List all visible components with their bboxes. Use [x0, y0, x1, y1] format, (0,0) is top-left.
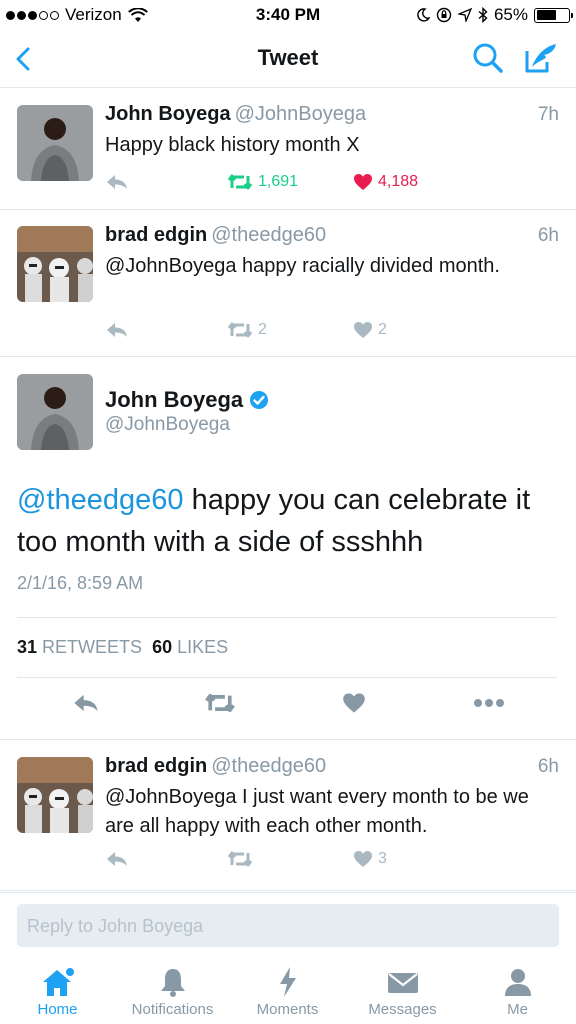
status-bar: Verizon 3:40 PM 65% [0, 0, 576, 30]
like-button[interactable]: 3 [353, 850, 387, 868]
location-icon [457, 8, 472, 22]
retweet-icon [227, 851, 253, 867]
tweet-item[interactable]: brad edgin @theedge60 6h @JohnBoyega happ… [0, 210, 576, 357]
retweet-icon[interactable] [204, 692, 236, 714]
tweet-actions: 2 2 [105, 321, 555, 347]
reply-icon[interactable] [72, 692, 100, 714]
tab-label: Notifications [131, 1001, 214, 1018]
tweet-item[interactable]: John Boyega @JohnBoyega 7h Happy black hi… [0, 89, 576, 210]
avatar[interactable] [17, 374, 93, 450]
heart-icon [354, 174, 372, 190]
author-handle[interactable]: @theedge60 [211, 755, 326, 777]
tweet-actions: 3 [105, 850, 555, 876]
more-options-icon[interactable] [473, 698, 505, 708]
person-icon [504, 969, 531, 996]
heart-icon [354, 851, 372, 867]
bell-icon [160, 969, 185, 997]
retweets-stat[interactable]: 31 RETWEETS [17, 637, 142, 658]
heart-icon [354, 322, 372, 338]
mention-link[interactable]: @theedge60 [17, 484, 184, 516]
retweet-button[interactable]: 2 [227, 321, 267, 339]
bluetooth-icon [478, 7, 488, 23]
tab-label: Messages [368, 1001, 437, 1018]
verified-badge-icon [250, 391, 269, 409]
retweet-count: 1,691 [258, 173, 299, 190]
moon-icon [417, 8, 430, 22]
navigation-bar: Tweet [0, 30, 576, 88]
author-handle[interactable]: @JohnBoyega [105, 414, 230, 436]
retweet-button[interactable]: 1,691 [227, 173, 298, 191]
tab-messages[interactable]: Messages [345, 960, 460, 1024]
author-name[interactable]: brad edgin [105, 755, 207, 777]
tab-label: Moments [256, 1001, 319, 1018]
battery-percent: 65% [493, 5, 528, 24]
tweet-text: @JohnBoyega happy racially divided month… [105, 255, 500, 277]
tweet-timestamp: 6h [537, 756, 559, 777]
retweet-button[interactable] [227, 850, 258, 868]
tweet-text: @theedge60 happy you can celebrate it to… [17, 479, 562, 563]
tweet-item[interactable]: brad edgin @theedge60 6h @JohnBoyega I ju… [0, 741, 576, 891]
tab-label: Me [507, 1001, 528, 1018]
retweet-icon [227, 322, 253, 338]
author-handle[interactable]: @JohnBoyega [235, 103, 367, 125]
reply-icon [107, 175, 127, 189]
tweet-text: @JohnBoyega I just want every month to b… [105, 786, 529, 837]
reply-icon [107, 852, 127, 866]
like-count: 4,188 [378, 173, 419, 190]
tweet-timestamp: 6h [537, 225, 559, 246]
search-icon[interactable] [470, 40, 506, 76]
tweet-actions: 1,691 4,188 [105, 173, 555, 199]
retweets-label: RETWEETS [42, 637, 143, 657]
reply-button[interactable] [105, 173, 129, 191]
avatar[interactable] [17, 757, 93, 833]
tweet-text: Happy black history month X [105, 134, 360, 156]
retweet-icon [227, 174, 253, 190]
like-button[interactable]: 4,188 [353, 173, 418, 191]
compose-tweet-icon[interactable] [522, 40, 560, 76]
likes-count: 60 [152, 637, 173, 657]
like-count: 3 [378, 850, 387, 867]
tweet-date: 2/1/16, 8:59 AM [17, 573, 144, 593]
tab-label: Home [37, 1001, 78, 1018]
author-handle[interactable]: @theedge60 [211, 224, 326, 246]
like-count: 2 [378, 321, 387, 338]
lightning-icon [279, 967, 296, 997]
tab-bar: Home Notifications Moments Messages Me [0, 960, 576, 1024]
heart-icon[interactable] [342, 692, 366, 714]
tab-home[interactable]: Home [0, 960, 115, 1024]
author-name[interactable]: John Boyega [105, 103, 231, 125]
likes-label: LIKES [177, 637, 229, 657]
tab-notifications[interactable]: Notifications [115, 960, 230, 1024]
battery-icon [534, 7, 573, 23]
tweet-timestamp: 7h [537, 104, 559, 125]
reply-button[interactable] [105, 850, 129, 868]
author-name[interactable]: brad edgin [105, 224, 207, 246]
avatar[interactable] [17, 226, 93, 302]
reply-input[interactable]: Reply to John Boyega [17, 904, 559, 947]
reply-button[interactable] [105, 321, 129, 339]
retweets-count: 31 [17, 637, 38, 657]
rotation-lock-icon [436, 7, 452, 23]
likes-stat[interactable]: 60 LIKES [152, 637, 228, 658]
home-icon [42, 968, 74, 996]
tweet-actions [0, 692, 576, 722]
reply-icon [107, 323, 127, 337]
envelope-icon [387, 973, 418, 993]
retweet-count: 2 [258, 321, 267, 338]
tab-moments[interactable]: Moments [230, 960, 345, 1024]
like-button[interactable]: 2 [353, 321, 387, 339]
engagement-stats: 31 RETWEETS 60 LIKES [17, 617, 557, 678]
avatar[interactable] [17, 105, 93, 181]
focused-tweet: John Boyega @JohnBoyega @theedge60 happy… [0, 357, 576, 740]
reply-bar: Reply to John Boyega [0, 892, 576, 960]
tab-me[interactable]: Me [460, 960, 575, 1024]
author-name[interactable]: John Boyega [105, 387, 243, 413]
